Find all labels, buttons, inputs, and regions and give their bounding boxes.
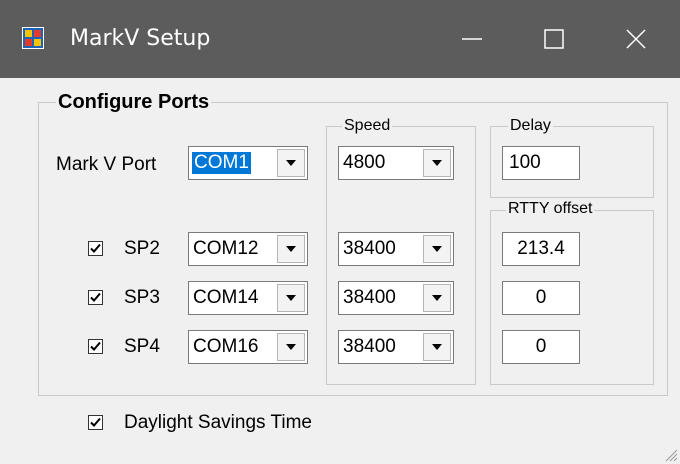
dst-label: Daylight Savings Time bbox=[124, 412, 312, 433]
mark-v-port-label: Mark V Port bbox=[56, 154, 157, 175]
checkmark-icon bbox=[90, 292, 101, 302]
mark-v-port-combo[interactable]: COM1 bbox=[188, 146, 308, 180]
minimize-icon bbox=[462, 38, 482, 40]
dropdown-button[interactable] bbox=[423, 149, 451, 177]
sp3-label: SP3 bbox=[124, 287, 160, 308]
sp3-rtty-offset-input[interactable]: 0 bbox=[502, 281, 580, 315]
sp4-rtty-offset-input[interactable]: 0 bbox=[502, 330, 580, 364]
chevron-down-icon bbox=[286, 160, 296, 166]
combo-value: COM1 bbox=[192, 152, 251, 174]
maximize-button[interactable] bbox=[510, 0, 598, 78]
combo-value: COM14 bbox=[193, 287, 259, 308]
combo-value: 38400 bbox=[343, 336, 396, 357]
sp4-speed-combo[interactable]: 38400 bbox=[338, 330, 454, 364]
mark-v-speed-combo[interactable]: 4800 bbox=[338, 146, 454, 180]
combo-value: 38400 bbox=[343, 287, 396, 308]
sp4-checkbox[interactable] bbox=[88, 339, 103, 354]
combo-value: COM12 bbox=[193, 238, 259, 259]
delay-label: Delay bbox=[508, 117, 553, 135]
dropdown-button[interactable] bbox=[277, 284, 305, 312]
rtty-offset-value: 0 bbox=[535, 287, 547, 308]
speed-label: Speed bbox=[342, 117, 393, 135]
rtty-offset-value: 213.4 bbox=[517, 238, 565, 259]
checkmark-icon bbox=[90, 243, 101, 253]
combo-value: 4800 bbox=[343, 152, 386, 173]
chevron-down-icon bbox=[286, 295, 296, 301]
chevron-down-icon bbox=[432, 344, 442, 350]
title-bar[interactable]: MarkV Setup bbox=[0, 0, 680, 78]
sp3-checkbox[interactable] bbox=[88, 290, 103, 305]
maximize-icon bbox=[544, 29, 564, 49]
dialog-client-area: Configure Ports Speed Delay RTTY offset … bbox=[0, 78, 680, 464]
chevron-down-icon bbox=[286, 246, 296, 252]
delay-input[interactable]: 100 bbox=[502, 146, 580, 180]
sp2-label: SP2 bbox=[124, 238, 160, 259]
close-icon bbox=[626, 29, 646, 49]
minimize-button[interactable] bbox=[428, 0, 516, 78]
delay-value: 100 bbox=[509, 152, 541, 173]
dropdown-button[interactable] bbox=[423, 284, 451, 312]
rtty-offset-label: RTTY offset bbox=[506, 200, 595, 218]
combo-value: COM16 bbox=[193, 336, 259, 357]
dropdown-button[interactable] bbox=[277, 149, 305, 177]
dropdown-button[interactable] bbox=[423, 333, 451, 361]
chevron-down-icon bbox=[432, 160, 442, 166]
chevron-down-icon bbox=[432, 295, 442, 301]
sp4-label: SP4 bbox=[124, 336, 160, 357]
checkmark-icon bbox=[90, 341, 101, 351]
chevron-down-icon bbox=[432, 246, 442, 252]
dropdown-button[interactable] bbox=[277, 333, 305, 361]
sp3-port-combo[interactable]: COM14 bbox=[188, 281, 308, 315]
app-icon bbox=[22, 27, 44, 49]
resize-grip-icon[interactable] bbox=[664, 448, 678, 462]
close-button[interactable] bbox=[592, 0, 680, 78]
chevron-down-icon bbox=[286, 344, 296, 350]
window-title: MarkV Setup bbox=[70, 26, 211, 51]
dropdown-button[interactable] bbox=[277, 235, 305, 263]
sp2-port-combo[interactable]: COM12 bbox=[188, 232, 308, 266]
combo-value: 38400 bbox=[343, 238, 396, 259]
configure-ports-label: Configure Ports bbox=[56, 91, 212, 114]
checkmark-icon bbox=[90, 417, 101, 427]
sp2-checkbox[interactable] bbox=[88, 241, 103, 256]
sp2-speed-combo[interactable]: 38400 bbox=[338, 232, 454, 266]
sp2-rtty-offset-input[interactable]: 213.4 bbox=[502, 232, 580, 266]
rtty-offset-value: 0 bbox=[535, 336, 547, 357]
sp4-port-combo[interactable]: COM16 bbox=[188, 330, 308, 364]
dropdown-button[interactable] bbox=[423, 235, 451, 263]
dst-checkbox[interactable] bbox=[88, 415, 103, 430]
sp3-speed-combo[interactable]: 38400 bbox=[338, 281, 454, 315]
